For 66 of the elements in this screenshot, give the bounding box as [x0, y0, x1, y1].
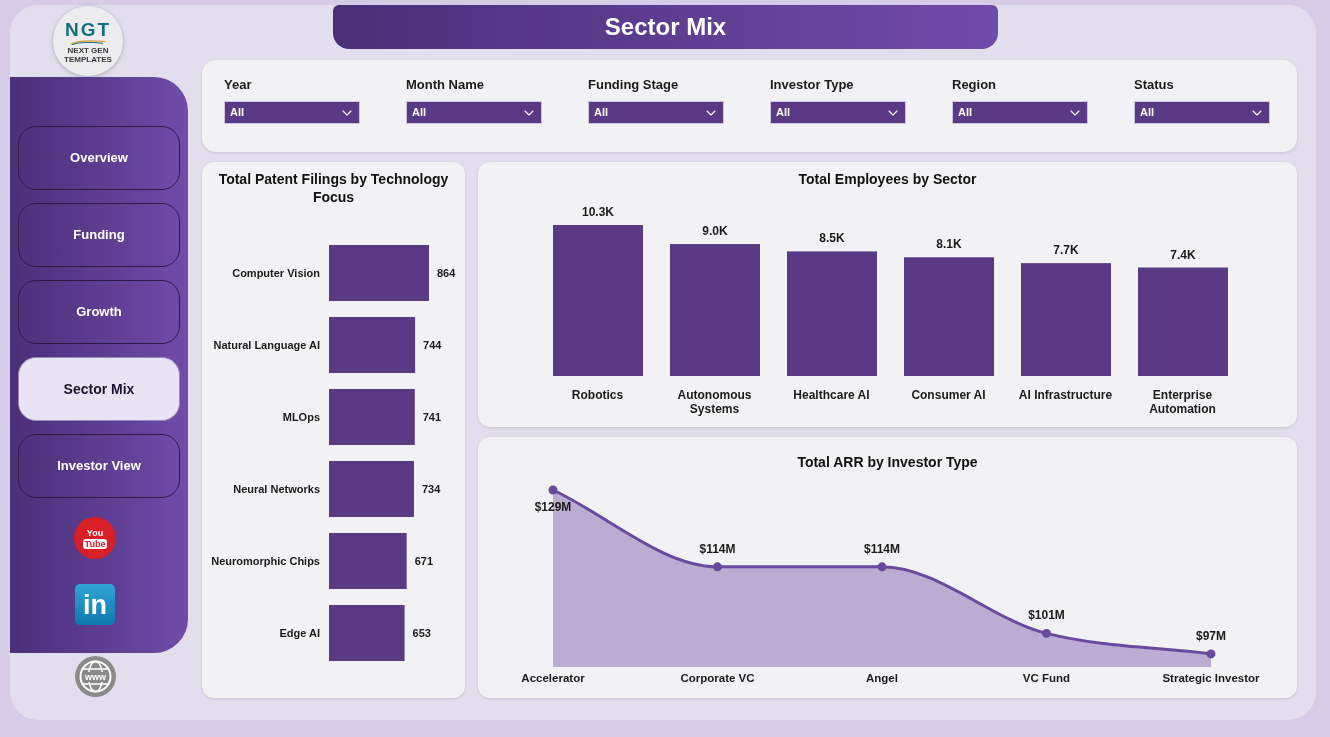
filter-dropdown[interactable]: All: [770, 101, 906, 124]
category-label: MLOps: [282, 411, 320, 423]
filter-label: Funding Stage: [588, 76, 679, 94]
data-point: [877, 562, 887, 572]
category-label: VC Fund: [1022, 672, 1071, 684]
value-label: $114M: [864, 541, 900, 556]
nav-button[interactable]: Investor View: [18, 434, 180, 498]
data-point: [1042, 628, 1051, 638]
filter-label: Month Name: [406, 76, 484, 94]
youtube-link[interactable]: You Tube: [74, 517, 116, 559]
value-label: $101M: [1028, 608, 1065, 623]
nav-button[interactable]: Overview: [18, 126, 180, 190]
social-link[interactable]: in: [75, 584, 115, 625]
category-label: Accelerator: [521, 672, 585, 684]
value-label: 734: [421, 483, 441, 495]
nav-button[interactable]: Growth: [18, 280, 180, 344]
filter-dropdown[interactable]: All: [406, 101, 542, 124]
category-label: Strategic Investor: [1162, 672, 1260, 684]
category-label: Computer Vision: [232, 267, 320, 279]
logo-tagline: NEXT GEN TEMPLATES: [63, 46, 113, 64]
value-label: $114M: [699, 541, 736, 556]
swoosh-icon: [68, 40, 108, 45]
filter-dropdown[interactable]: All: [952, 101, 1088, 124]
value-label: 8.1K: [936, 237, 962, 252]
value-label: 653: [412, 627, 431, 639]
category-label: Angel: [866, 672, 898, 684]
category-label: Corporate VC: [680, 672, 755, 684]
nav-button[interactable]: Funding: [18, 203, 180, 267]
value-label: 7.7K: [1053, 243, 1079, 258]
chart-title: Total ARR by Investor Type: [796, 453, 979, 471]
category-label: Enterprise Automation: [1148, 388, 1217, 416]
value-label: 9.0K: [702, 224, 728, 239]
filter-label: Region: [952, 76, 997, 94]
data-point: [713, 562, 722, 572]
value-label: 864: [437, 267, 456, 279]
category-label: AI Infrastructure: [1018, 388, 1113, 404]
value-label: 8.5K: [819, 231, 845, 246]
value-label: $129M: [534, 500, 572, 514]
value-label: 10.3K: [582, 205, 614, 219]
category-label: Edge AI: [279, 627, 320, 639]
nav-button[interactable]: Sector Mix: [18, 357, 180, 421]
data-point: [548, 485, 558, 495]
category-label: Neuromorphic Chips: [211, 555, 320, 567]
value-label: 671: [414, 555, 433, 567]
filter-label: Investor Type: [770, 76, 854, 94]
filter-label: Year: [224, 76, 252, 94]
filter-dropdown[interactable]: All: [224, 101, 360, 124]
category-label: Robotics: [571, 388, 624, 404]
value-label: 744: [423, 339, 442, 351]
category-label: Healthcare AI: [793, 388, 870, 404]
value-label: 7.4K: [1170, 247, 1196, 262]
chart-title: Total Patent Filings by Technology Focus: [217, 170, 450, 206]
globe-icon: [79, 660, 112, 693]
filter-dropdown[interactable]: All: [1134, 101, 1270, 124]
filter-dropdown[interactable]: All: [588, 101, 724, 124]
logo-mark: NGT: [64, 20, 112, 40]
page-title: Sector Mix: [604, 13, 727, 41]
category-label: Natural Language AI: [213, 339, 320, 351]
category-label: Consumer AI: [911, 388, 986, 404]
value-label: $97M: [1196, 628, 1226, 643]
data-point: [1206, 649, 1216, 659]
category-label: Autonomous Systems: [676, 388, 753, 416]
value-label: 741: [422, 411, 442, 423]
category-label: Neural Networks: [233, 483, 320, 495]
filter-label: Status: [1134, 76, 1174, 94]
chart-title: Total Employees by Sector: [797, 170, 978, 188]
